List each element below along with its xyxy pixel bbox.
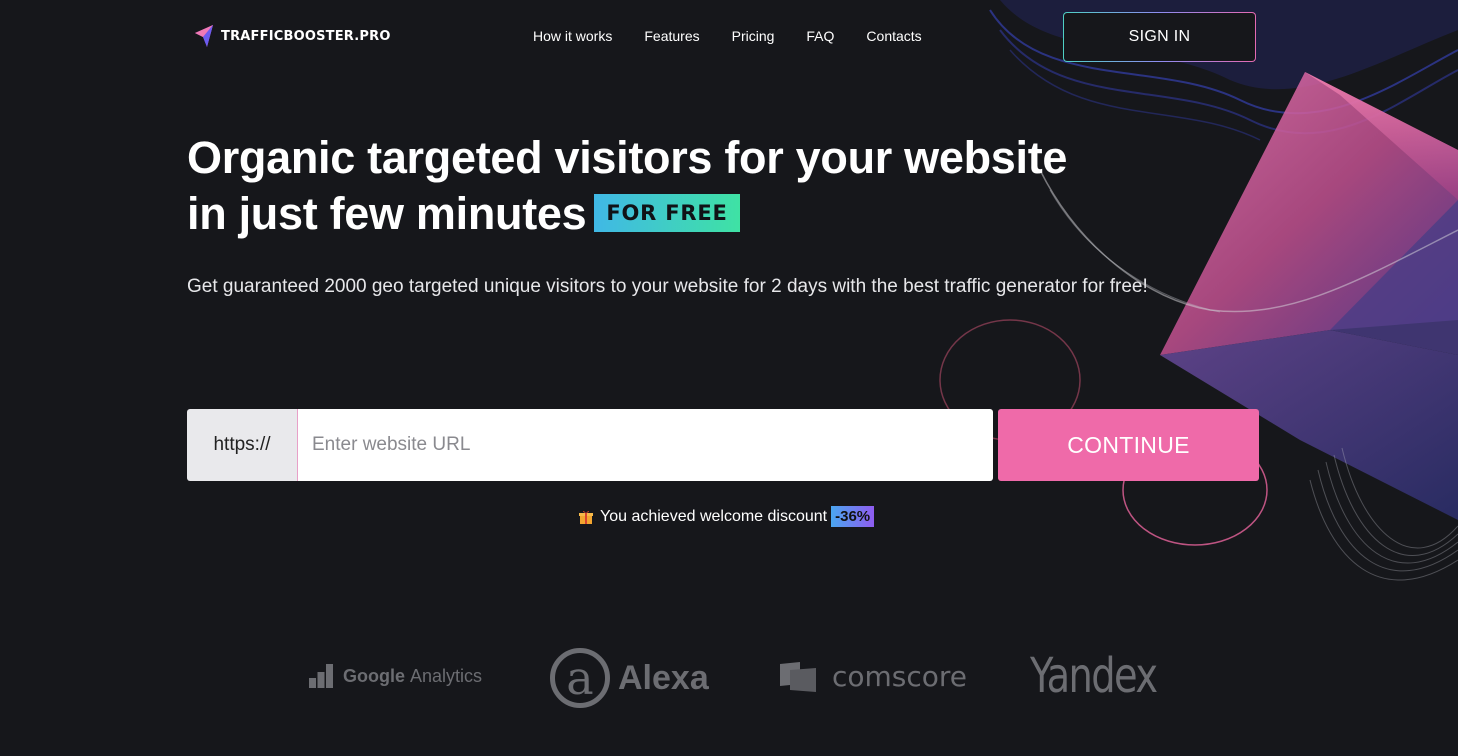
headline-line-2: in just few minutes FOR FREE xyxy=(187,186,1067,242)
page-title: Organic targeted visitors for your websi… xyxy=(187,130,1067,242)
google-analytics-bold: Google xyxy=(343,665,405,686)
headline-line-1: Organic targeted visitors for your websi… xyxy=(187,132,1068,183)
alexa-icon: a xyxy=(550,648,610,708)
nav-how-it-works[interactable]: How it works xyxy=(533,28,612,44)
google-analytics-logo: Google Analytics xyxy=(309,664,482,688)
yandex-logo: Yandex xyxy=(1030,648,1158,704)
sign-in-button[interactable]: SIGN IN xyxy=(1063,12,1256,62)
nav-faq[interactable]: FAQ xyxy=(806,28,834,44)
alexa-text: Alexa xyxy=(618,658,709,697)
discount-notice: You achieved welcome discount -36% xyxy=(578,506,875,527)
logo[interactable]: TRAFFICBOOSTER.PRO xyxy=(193,23,391,49)
comscore-logo: comscore xyxy=(780,660,967,693)
nav-pricing[interactable]: Pricing xyxy=(732,28,775,44)
gift-icon xyxy=(579,510,593,524)
hero-subtitle: Get guaranteed 2000 geo targeted unique … xyxy=(187,276,1148,297)
nav-contacts[interactable]: Contacts xyxy=(866,28,921,44)
alexa-logo: a Alexa xyxy=(550,648,709,708)
logo-text: TRAFFICBOOSTER.PRO xyxy=(221,28,391,44)
discount-text: You achieved welcome discount xyxy=(600,507,828,525)
nav-features[interactable]: Features xyxy=(644,28,699,44)
main-nav: How it works Features Pricing FAQ Contac… xyxy=(533,28,922,44)
comscore-text: comscore xyxy=(832,660,968,693)
logo-arrow-icon xyxy=(195,25,213,47)
headline-line-2-text: in just few minutes xyxy=(187,188,587,239)
website-url-input[interactable] xyxy=(298,409,993,481)
url-form: https:// CONTINUE xyxy=(187,409,1259,481)
continue-button[interactable]: CONTINUE xyxy=(998,409,1259,481)
discount-badge: -36% xyxy=(831,506,875,527)
partner-logos: Google Analytics a Alexa comscore Yandex xyxy=(0,640,1458,720)
google-analytics-rest: Analytics xyxy=(410,665,483,686)
for-free-badge: FOR FREE xyxy=(594,194,740,233)
url-prefix: https:// xyxy=(187,409,298,481)
google-analytics-icon xyxy=(309,664,333,688)
comscore-icon xyxy=(780,661,816,692)
